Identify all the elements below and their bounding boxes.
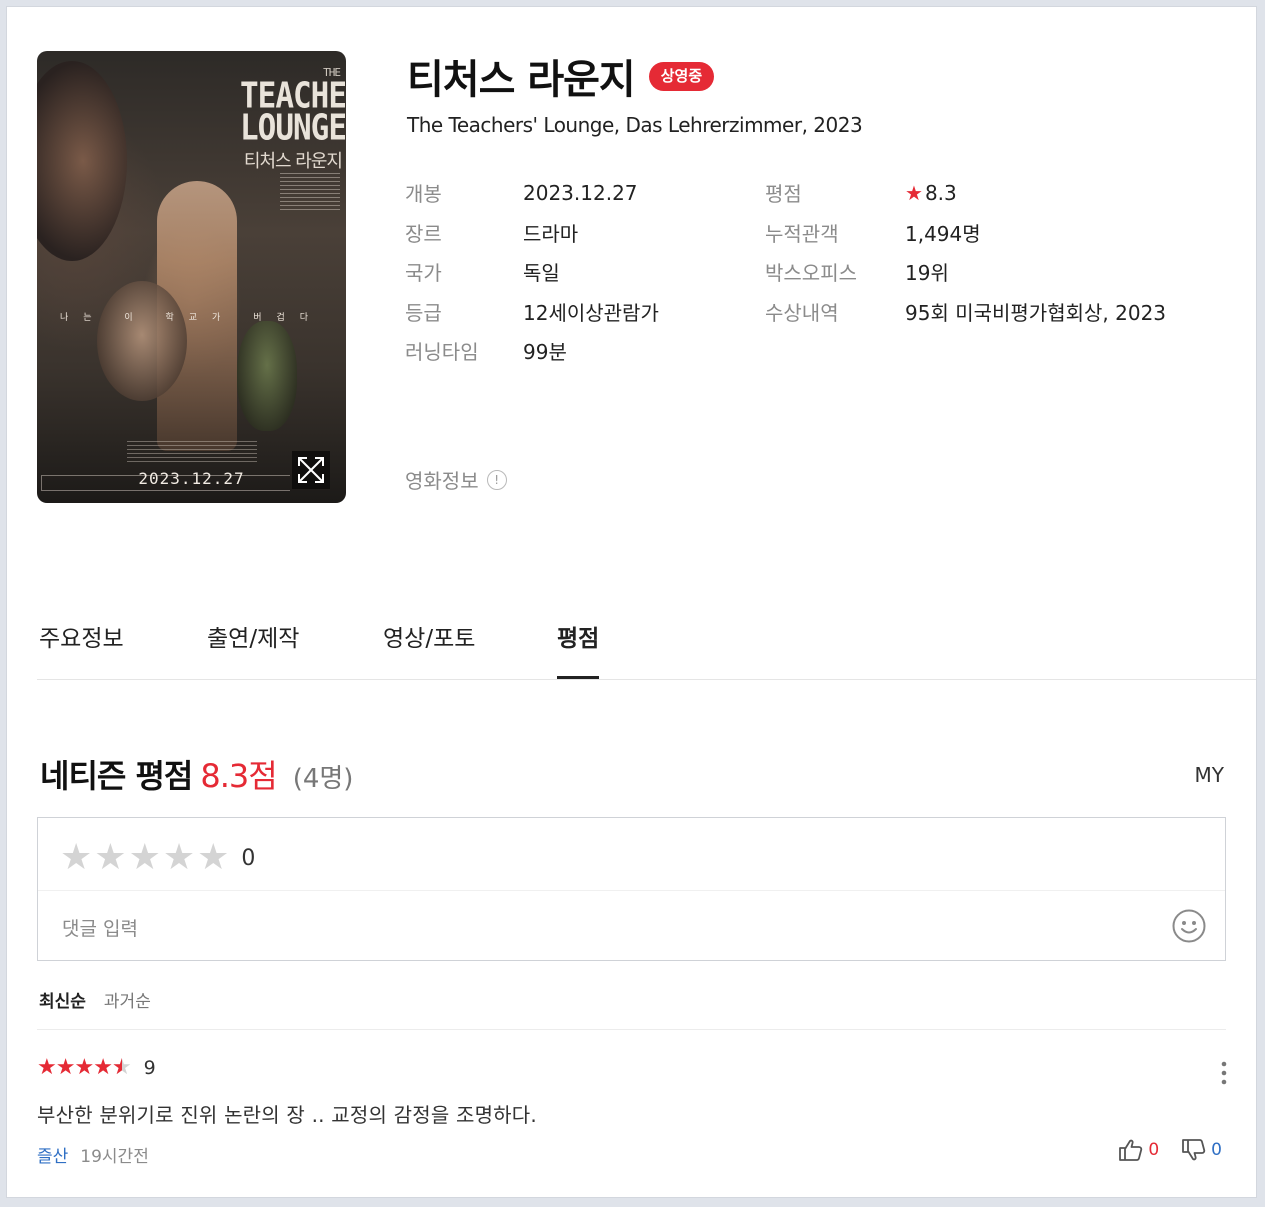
sort-oldest[interactable]: 과거순 bbox=[104, 987, 151, 1012]
running-time: 99분 bbox=[523, 340, 567, 365]
review-rating: ★ ★ ★ ★ ★★ 9 bbox=[37, 1055, 156, 1080]
info-label: 수상내역 bbox=[765, 300, 839, 325]
dislike-button[interactable]: 0 bbox=[1181, 1138, 1222, 1162]
country: 독일 bbox=[523, 261, 560, 286]
comment-box: ★ ★ ★ ★ ★ 0 bbox=[37, 817, 1226, 961]
poster-awards bbox=[127, 441, 257, 463]
divider bbox=[37, 1029, 1226, 1030]
info-label: 평점 bbox=[765, 182, 802, 207]
star-icon[interactable]: ★ bbox=[129, 840, 161, 876]
movie-title: 티처스 라운지 bbox=[407, 57, 636, 103]
status-badge: 상영중 bbox=[648, 61, 715, 91]
info-icon[interactable]: ! bbox=[486, 469, 507, 490]
tab-cast-crew[interactable]: 출연/제작 bbox=[207, 619, 299, 677]
rating-summary: 네티즌 평점 8.3점 (4명) bbox=[40, 751, 353, 797]
poster-english-title: THE TEACHERS' LOUNGE bbox=[240, 66, 346, 150]
tab-video-photo[interactable]: 영상/포토 bbox=[383, 619, 475, 677]
poster-credits bbox=[280, 173, 340, 213]
poster-art bbox=[237, 321, 297, 431]
expand-arrows-icon bbox=[298, 457, 324, 483]
review-time: 19시간전 bbox=[80, 1147, 149, 1167]
divider bbox=[38, 890, 1225, 891]
like-count: 0 bbox=[1148, 1140, 1160, 1160]
info-label: 러닝타임 bbox=[405, 340, 479, 365]
title-row: 티처스 라운지 상영중 bbox=[407, 47, 715, 105]
info-label: 개봉 bbox=[405, 182, 442, 207]
poster-art bbox=[97, 281, 187, 401]
my-button[interactable]: MY bbox=[1195, 763, 1224, 787]
netizen-rating-score: 8.3점 bbox=[200, 757, 277, 795]
tab-main-info[interactable]: 주요정보 bbox=[39, 619, 124, 677]
star-value: 0 bbox=[241, 845, 256, 871]
star-icon: ★ bbox=[93, 1055, 113, 1080]
more-options-icon[interactable] bbox=[1216, 1059, 1232, 1087]
poster-art bbox=[37, 61, 127, 261]
movie-subtitle: The Teachers' Lounge, Das Lehrerzimmer, … bbox=[407, 113, 863, 137]
star-icon: ★ bbox=[55, 1055, 76, 1080]
info-label: 누적관객 bbox=[765, 221, 839, 246]
info-values-left: 2023.12.27 드라마 독일 12세이상관람가 99분 bbox=[523, 173, 659, 371]
audience-count: 1,494명 bbox=[905, 221, 981, 246]
movie-poster[interactable]: THE TEACHERS' LOUNGE 티처스 라운지 나는 이 학교가 버겁… bbox=[37, 51, 346, 503]
info-label: 국가 bbox=[405, 261, 442, 286]
review-score: 9 bbox=[143, 1057, 156, 1079]
tab-bar: 주요정보 출연/제작 영상/포토 평점 bbox=[37, 607, 1256, 680]
star-icon[interactable]: ★ bbox=[197, 840, 229, 876]
netizen-rating-label: 네티즌 평점 bbox=[40, 757, 193, 795]
tab-ratings[interactable]: 평점 bbox=[557, 619, 600, 679]
info-label: 박스오피스 bbox=[765, 261, 857, 286]
poster-tagline: 나는 이 학교가 버겁다 bbox=[59, 313, 324, 323]
info-label: 등급 bbox=[405, 300, 442, 325]
awards-link[interactable]: 95회 미국비평가협회상, 2023 bbox=[905, 292, 1166, 332]
like-button[interactable]: 0 bbox=[1118, 1138, 1159, 1162]
star-icon[interactable]: ★ bbox=[163, 840, 195, 876]
star-rating-input[interactable]: ★ ★ ★ ★ ★ 0 bbox=[60, 840, 255, 876]
star-icon: ★ bbox=[905, 180, 923, 205]
star-icon[interactable]: ★ bbox=[94, 840, 126, 876]
age-rating: 12세이상관람가 bbox=[523, 300, 659, 325]
thumbs-up-icon bbox=[1119, 1139, 1143, 1161]
star-icon: ★ bbox=[37, 1055, 57, 1080]
thumbs-down-icon bbox=[1182, 1139, 1206, 1161]
info-labels-left: 개봉 장르 국가 등급 러닝타임 bbox=[405, 173, 479, 371]
box-office-rank: 19위 bbox=[905, 261, 949, 286]
review-author[interactable]: 즐산 bbox=[37, 1142, 68, 1167]
netizen-rating-count: (4명) bbox=[292, 764, 354, 794]
dislike-count: 0 bbox=[1211, 1140, 1222, 1160]
half-star-icon: ★★ bbox=[111, 1055, 132, 1080]
emoji-icon[interactable] bbox=[1171, 908, 1207, 944]
star-icon[interactable]: ★ bbox=[60, 840, 92, 876]
star-icon: ★ bbox=[74, 1055, 95, 1080]
expand-icon[interactable] bbox=[292, 451, 330, 489]
release-date: 2023.12.27 bbox=[523, 180, 638, 205]
review-votes: 0 0 bbox=[1118, 1138, 1222, 1162]
info-labels-right: 평점 누적관객 박스오피스 수상내역 bbox=[765, 173, 857, 331]
comment-input[interactable] bbox=[60, 910, 1144, 948]
poster-korean-title: 티처스 라운지 bbox=[243, 151, 343, 172]
movie-info-toggle[interactable]: 영화정보 ! bbox=[405, 465, 507, 494]
genre: 드라마 bbox=[523, 221, 579, 246]
page: THE TEACHERS' LOUNGE 티처스 라운지 나는 이 학교가 버겁… bbox=[6, 6, 1257, 1198]
sort-latest[interactable]: 최신순 bbox=[39, 987, 86, 1012]
info-label: 장르 bbox=[405, 221, 442, 246]
review-text: 부산한 분위기로 진위 논란의 장 .. 교정의 감정을 조명하다. bbox=[37, 1103, 537, 1127]
rating-value: ★ 8.3 bbox=[905, 180, 957, 205]
info-values-right: ★ 8.3 1,494명 19위 95회 미국비평가협회상, 2023 bbox=[905, 173, 1166, 331]
movie-info-label: 영화정보 bbox=[405, 469, 479, 493]
review-meta: 즐산 19시간전 bbox=[37, 1142, 149, 1167]
sort-options: 최신순 과거순 bbox=[39, 987, 151, 1012]
